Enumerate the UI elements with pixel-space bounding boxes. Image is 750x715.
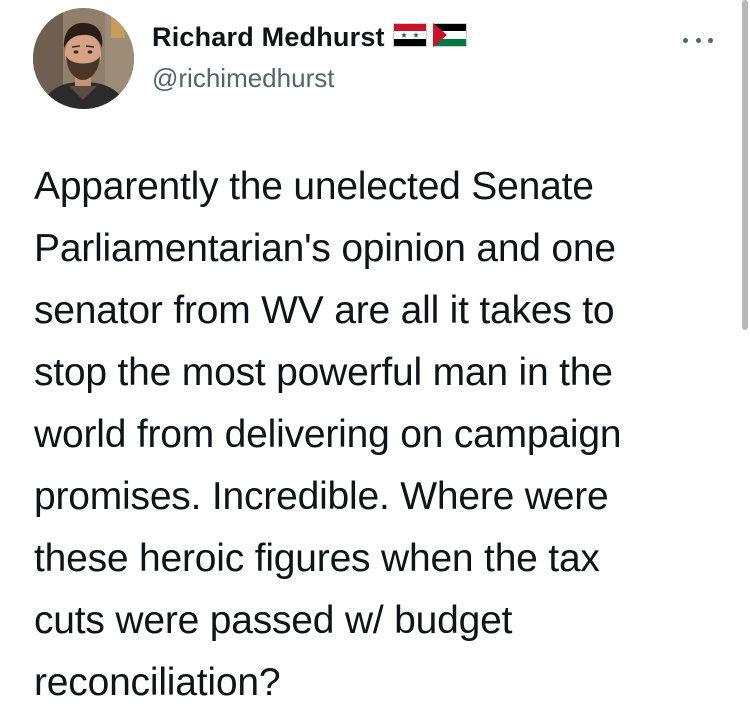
- tweet-text-line: reconciliation?: [34, 661, 281, 704]
- tweet-text-line: Parliamentarian's opinion and one: [34, 227, 616, 270]
- more-dot: [708, 37, 713, 43]
- display-name[interactable]: Richard Medhurst: [152, 22, 385, 53]
- more-dot: [695, 37, 701, 43]
- tweet-text-line: world from delivering on campaign: [34, 413, 622, 456]
- tweet-text-line: Apparently the unelected Senate: [34, 165, 594, 208]
- author-handle[interactable]: @richimedhurst: [152, 63, 334, 94]
- more-dot: [683, 37, 688, 43]
- author-name-row: Richard Medhurst: [152, 22, 467, 53]
- tweet-text: Apparently the unelected Senate Parliame…: [34, 156, 724, 714]
- avatar[interactable]: [33, 8, 134, 109]
- tweet-text-line: promises. Incredible. Where were: [34, 475, 609, 518]
- tweet-text-line: stop the most powerful man in the: [34, 351, 613, 394]
- avatar-photo: [33, 8, 134, 109]
- palestine-flag-icon: [432, 23, 467, 52]
- tweet-text-line: these heroic figures when the tax: [34, 537, 600, 580]
- tweet-text-line: senator from WV are all it takes to: [34, 289, 615, 332]
- tweet-text-line: cuts were passed w/ budget: [34, 599, 513, 642]
- syria-flag-icon: [392, 23, 427, 52]
- more-options-icon[interactable]: [678, 28, 718, 52]
- scrollbar[interactable]: [742, 0, 748, 330]
